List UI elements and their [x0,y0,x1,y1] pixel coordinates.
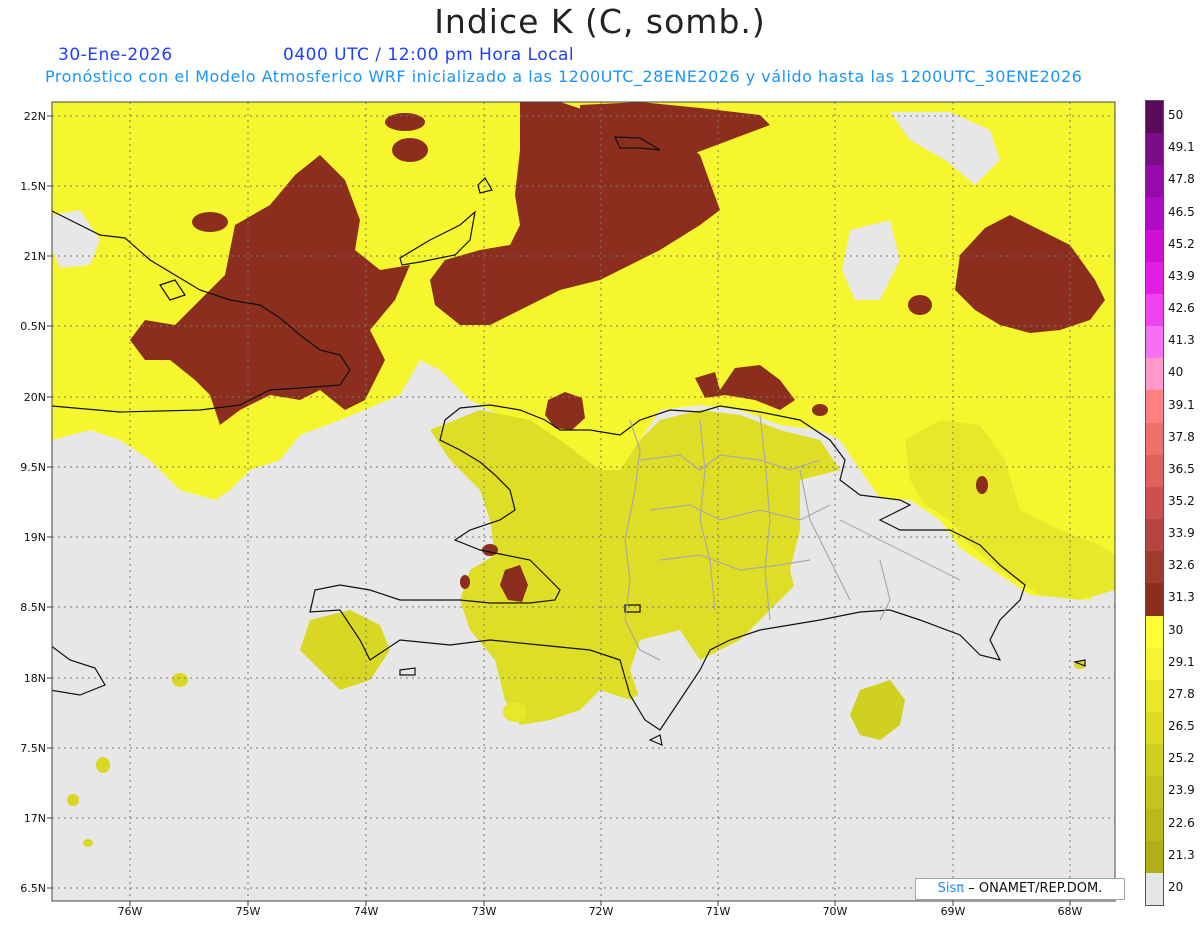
colorbar-segment [1146,776,1163,810]
colorbar-label: 39.1 [1168,397,1195,412]
lat-tick-label: 22N [24,110,46,123]
high-k-speck [392,138,428,162]
lat-tick-label: 0.5N [20,320,46,333]
colorbar-label: 31.3 [1168,590,1195,605]
colorbar-label: 37.8 [1168,429,1195,444]
high-k-speck [482,544,498,556]
colorbar-label: 49.1 [1168,140,1195,155]
lat-tick-label: 8.5N [20,601,46,614]
colorbar-label: 47.8 [1168,172,1195,187]
colorbar-label: 21.3 [1168,847,1195,862]
colorbar-segment [1146,293,1163,327]
colorbar-segment [1146,872,1163,906]
lon-tick-label: 68W [1058,905,1083,918]
colorbar-segment [1146,229,1163,263]
credit-text: – ONAMET/REP.DOM. [968,881,1103,896]
lon-tick-label: 76W [118,905,143,918]
colorbar-label: 40 [1168,365,1184,380]
k-index-speck [96,757,110,773]
colorbar-segment [1146,326,1163,359]
colorbar-label: 22.6 [1168,815,1195,830]
lat-tick-label: 18N [24,672,46,685]
sispi-logo-text: Sisπ [937,881,965,896]
colorbar-segment [1146,519,1163,552]
k-index-speck [83,839,93,847]
colorbar-label: 29.1 [1168,654,1195,669]
colorbar-label: 45.2 [1168,236,1195,251]
k-index-speck [67,794,79,806]
colorbar [1145,100,1164,906]
colorbar-segment [1146,551,1163,584]
colorbar-label: 42.6 [1168,301,1195,316]
lat-tick-label: 1.5N [20,180,46,193]
forecast-map: 22N 1.5N 21N 0.5N 20N 9.5N 19N 8.5N 18N 7.5N 17N 6.… [20,101,1116,918]
colorbar-label: 30 [1168,622,1184,637]
colorbar-label: 27.8 [1168,686,1195,701]
k-index-speck [503,702,527,722]
colorbar-segment [1146,679,1163,713]
lat-tick-label: 9.5N [20,461,46,474]
lon-tick-label: 71W [706,905,731,918]
lat-tick-label: 20N [24,391,46,404]
colorbar-label: 32.6 [1168,558,1195,573]
colorbar-segment [1146,486,1163,520]
high-k-speck [812,404,828,416]
lon-tick-label: 74W [354,905,379,918]
colorbar-segment [1146,744,1163,777]
colorbar-segment [1146,261,1163,295]
lat-tick-label: 21N [24,250,46,263]
lon-tick-label: 70W [823,905,848,918]
lon-tick-label: 72W [589,905,614,918]
colorbar-segment [1146,647,1163,681]
colorbar-segment [1146,422,1163,456]
high-k-speck [192,212,228,232]
colorbar-label: 41.3 [1168,333,1195,348]
lat-tick-label: 6.5N [20,882,46,895]
colorbar-label: 33.9 [1168,526,1195,541]
colorbar-label: 26.5 [1168,719,1195,734]
colorbar-segment [1146,840,1163,874]
colorbar-segment [1146,583,1163,617]
colorbar-label: 35.2 [1168,494,1195,508]
lat-tick-label: 17N [24,812,46,825]
lon-tick-label: 69W [941,905,966,918]
high-k-speck [908,295,932,315]
colorbar-label: 36.5 [1168,461,1195,476]
colorbar-label: 20 [1168,879,1184,894]
lon-tick-label: 75W [236,905,261,918]
colorbar-segment [1146,808,1163,842]
colorbar-segment [1146,615,1163,649]
colorbar-label: 46.5 [1168,204,1195,219]
colorbar-label: 50 [1168,108,1184,123]
k-index-speck [172,673,188,687]
colorbar-segment [1146,197,1163,231]
colorbar-label: 43.9 [1168,268,1195,283]
colorbar-label: 23.9 [1168,783,1195,798]
colorbar-label: 25.2 [1168,751,1195,766]
colorbar-segment [1146,358,1163,391]
colorbar-segment [1146,101,1163,134]
high-k-speck [976,476,988,494]
high-k-speck [460,575,470,589]
lat-tick-label: 7.5N [20,742,46,755]
colorbar-segment [1146,454,1163,488]
colorbar-segment [1146,133,1163,166]
colorbar-segment [1146,390,1163,424]
colorbar-segment [1146,712,1163,745]
lat-tick-label: 19N [24,531,46,544]
colorbar-segment [1146,165,1163,198]
credit-box: Sisπ – ONAMET/REP.DOM. [915,878,1125,900]
lon-tick-label: 73W [472,905,497,918]
